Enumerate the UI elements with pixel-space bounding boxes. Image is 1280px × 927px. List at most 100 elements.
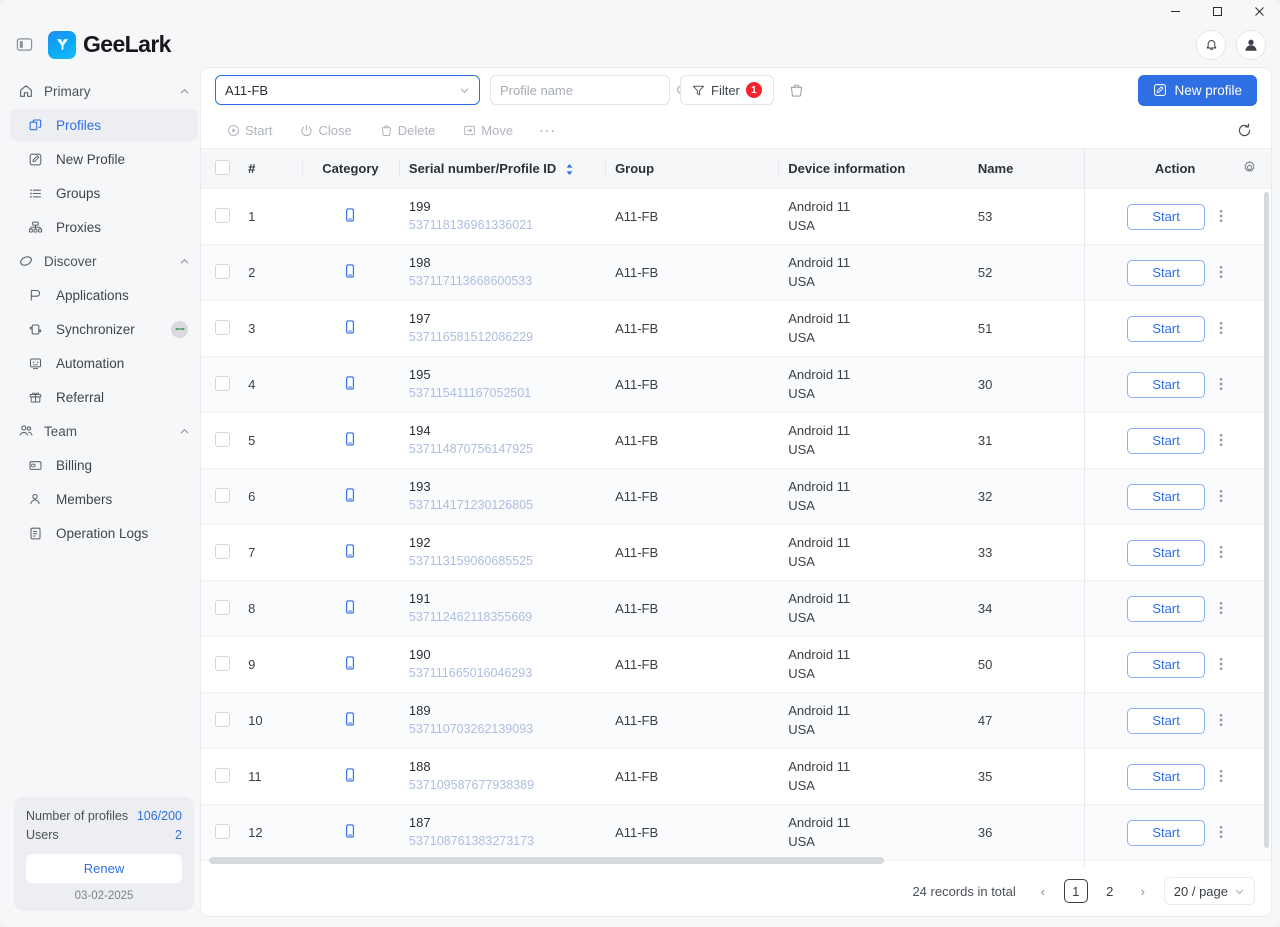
row-profile-id[interactable]: 537117113668600533 (409, 272, 595, 291)
sidebar-item-proxies[interactable]: Proxies (10, 211, 198, 243)
sidebar-item-referral[interactable]: Referral (10, 381, 198, 413)
table-vertical-scrollbar[interactable] (1264, 192, 1269, 848)
table-row[interactable]: 7 192 537113159060685525 A11-FB Android 11 US… (201, 524, 1271, 581)
sidebar-item-members[interactable]: Members (10, 483, 198, 515)
row-profile-id[interactable]: 537114870756147925 (409, 440, 595, 459)
row-checkbox[interactable] (215, 487, 230, 503)
table-row[interactable]: 11 188 537109587677938389 A11-FB Android 11 U… (201, 748, 1271, 805)
sidebar-item-automation[interactable]: Automation (10, 347, 198, 379)
row-checkbox[interactable] (215, 207, 230, 223)
row-checkbox[interactable] (215, 767, 230, 783)
row-checkbox[interactable] (215, 823, 230, 839)
panel-toggle-icon[interactable] (12, 33, 36, 57)
row-checkbox[interactable] (215, 319, 230, 335)
kebab-menu-icon[interactable] (1219, 768, 1223, 786)
group-filter-select[interactable]: A11-FB (215, 75, 480, 105)
bulk-close-action[interactable]: Close (288, 117, 363, 143)
table-row[interactable]: 12 187 537108761383273173 A11-FB Android 11 U… (201, 804, 1271, 861)
table-settings-gear-icon[interactable] (1242, 160, 1257, 180)
row-start-button[interactable]: Start (1127, 427, 1206, 454)
row-start-button[interactable]: Start (1127, 539, 1206, 566)
profile-name-search[interactable] (490, 75, 689, 105)
kebab-menu-icon[interactable] (1219, 432, 1223, 450)
column-header-name[interactable]: Name (967, 148, 1080, 189)
row-checkbox[interactable] (215, 431, 230, 447)
row-start-button[interactable]: Start (1127, 819, 1206, 846)
kebab-menu-icon[interactable] (1219, 320, 1223, 338)
row-start-button[interactable]: Start (1127, 259, 1206, 286)
window-minimize-button[interactable] (1154, 0, 1196, 22)
sort-arrows-icon[interactable] (565, 163, 574, 176)
pagination-page-2[interactable]: 2 (1098, 879, 1122, 903)
row-start-button[interactable]: Start (1127, 371, 1206, 398)
row-start-button[interactable]: Start (1127, 203, 1206, 230)
sidebar-group-primary[interactable]: Primary (8, 75, 200, 107)
column-header-serial[interactable]: Serial number/Profile ID (398, 148, 606, 189)
table-horizontal-scrollbar[interactable] (209, 857, 1263, 864)
pagination-next-button[interactable]: › (1132, 879, 1154, 903)
kebab-menu-icon[interactable] (1219, 208, 1223, 226)
bulk-move-action[interactable]: Move (451, 117, 525, 143)
sidebar-group-discover[interactable]: Discover (8, 245, 200, 277)
kebab-menu-icon[interactable] (1219, 544, 1223, 562)
kebab-menu-icon[interactable] (1219, 376, 1223, 394)
row-checkbox[interactable] (215, 655, 230, 671)
kebab-menu-icon[interactable] (1219, 656, 1223, 674)
table-row[interactable]: 9 190 537111665016046293 A11-FB Android 11 US… (201, 636, 1271, 693)
kebab-menu-icon[interactable] (1219, 264, 1223, 282)
row-profile-id[interactable]: 537108761383273173 (409, 832, 595, 851)
row-profile-id[interactable]: 537118136961336021 (409, 216, 595, 235)
kebab-menu-icon[interactable] (1219, 712, 1223, 730)
refresh-icon[interactable] (1236, 122, 1257, 139)
row-start-button[interactable]: Start (1127, 651, 1206, 678)
row-profile-id[interactable]: 537111665016046293 (409, 664, 595, 683)
pagination-page-1[interactable]: 1 (1063, 879, 1088, 903)
table-row[interactable]: 2 198 537117113668600533 A11-FB Android 11 US… (201, 244, 1271, 301)
table-row[interactable]: 4 195 537115411167052501 A11-FB Android 11 US… (201, 356, 1271, 413)
sidebar-item-operation-logs[interactable]: Operation Logs (10, 517, 198, 549)
row-profile-id[interactable]: 537116581512086229 (409, 328, 595, 347)
column-header-device-info[interactable]: Device information (778, 148, 968, 189)
window-close-button[interactable] (1238, 0, 1280, 22)
bulk-start-action[interactable]: Start (215, 117, 284, 143)
row-start-button[interactable]: Start (1127, 595, 1206, 622)
sidebar-item-profiles[interactable]: Profiles (10, 109, 198, 141)
sidebar-group-team[interactable]: Team (8, 415, 200, 447)
row-checkbox[interactable] (215, 711, 230, 727)
sidebar-item-new-profile[interactable]: New Profile (10, 143, 198, 175)
filter-button[interactable]: Filter 1 (680, 75, 774, 105)
table-row[interactable]: 3 197 537116581512086229 A11-FB Android 11 US… (201, 300, 1271, 357)
pagination-prev-button[interactable]: ‹ (1032, 879, 1054, 903)
row-checkbox[interactable] (215, 375, 230, 391)
row-start-button[interactable]: Start (1127, 315, 1206, 342)
bulk-more-actions[interactable]: ··· (529, 117, 566, 143)
bulk-delete-action[interactable]: Delete (368, 117, 448, 143)
window-maximize-button[interactable] (1196, 0, 1238, 22)
row-profile-id[interactable]: 537112462118355669 (409, 608, 595, 627)
kebab-menu-icon[interactable] (1219, 600, 1223, 618)
row-checkbox[interactable] (215, 599, 230, 615)
table-row[interactable]: 5 194 537114870756147925 A11-FB Android 11 US… (201, 412, 1271, 469)
sidebar-item-synchronizer[interactable]: Synchronizer (10, 313, 198, 345)
recycle-bin-icon[interactable] (784, 76, 810, 104)
row-profile-id[interactable]: 537115411167052501 (409, 384, 595, 403)
user-account-icon[interactable] (1236, 29, 1266, 60)
column-header-category[interactable]: Category (302, 148, 399, 189)
sidebar-item-applications[interactable]: Applications (10, 279, 198, 311)
row-checkbox[interactable] (215, 263, 230, 279)
table-row[interactable]: 8 191 537112462118355669 A11-FB Android 11 US… (201, 580, 1271, 637)
select-all-checkbox[interactable] (215, 159, 230, 175)
kebab-menu-icon[interactable] (1219, 488, 1223, 506)
sidebar-item-groups[interactable]: Groups (10, 177, 198, 209)
table-row[interactable]: 10 189 537110703262139093 A11-FB Android 11 U… (201, 692, 1271, 749)
column-header-index[interactable]: # (238, 148, 303, 189)
scrollbar-thumb[interactable] (209, 857, 884, 864)
search-input[interactable] (500, 82, 676, 98)
table-row[interactable]: 1 199 537118136961336021 A11-FB Android 11 US… (201, 188, 1271, 245)
kebab-menu-icon[interactable] (1219, 824, 1223, 842)
new-profile-button[interactable]: New profile (1138, 74, 1257, 106)
table-row[interactable]: 6 193 537114171230126805 A11-FB Android 11 US… (201, 468, 1271, 525)
row-profile-id[interactable]: 537113159060685525 (409, 552, 595, 571)
notifications-bell-icon[interactable] (1196, 29, 1226, 60)
column-header-group[interactable]: Group (605, 148, 779, 189)
